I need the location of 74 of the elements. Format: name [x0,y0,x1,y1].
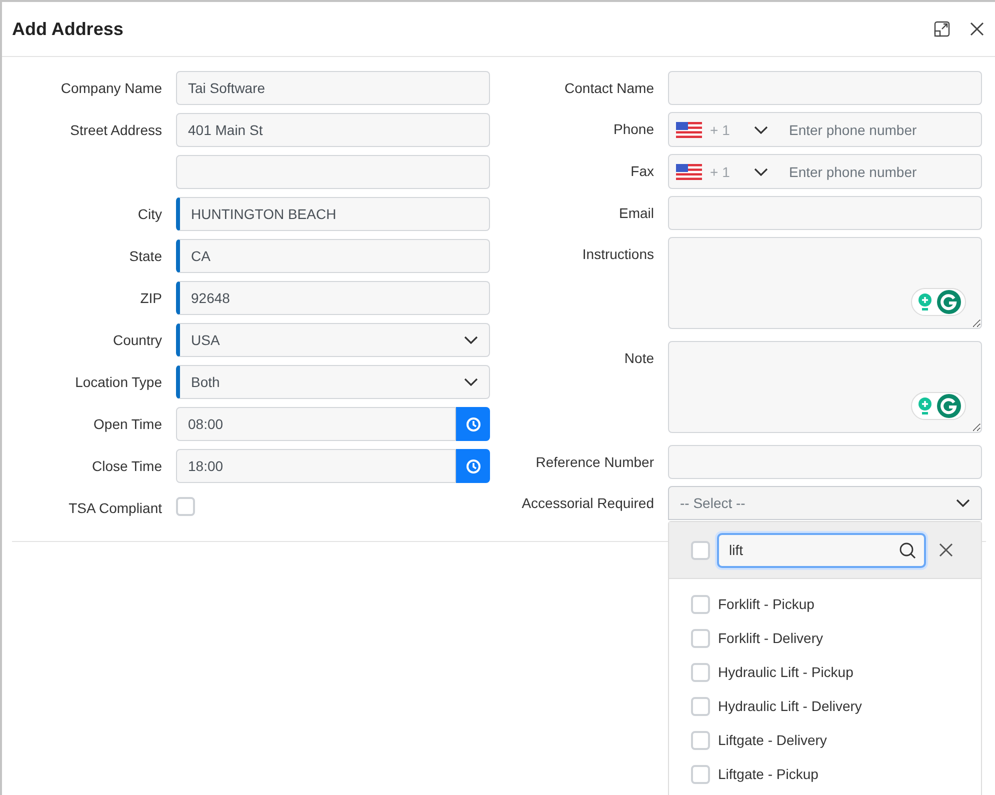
checkbox[interactable] [691,730,710,750]
phone-number-input[interactable]: Enter phone number [787,162,981,180]
chevron-icon [754,126,768,134]
field-label: Open Time [92,415,162,434]
assistant-widget[interactable] [911,392,966,420]
circle-icon [936,290,960,314]
flag-icon [676,122,702,138]
field-label: TSA Compliant [68,499,162,518]
chevron-icon [464,336,478,344]
option-item[interactable]: Liftgate - Pickup [669,757,981,791]
field-label: Instructions [581,245,654,264]
lightbulb-icon [916,293,932,311]
checkbox[interactable] [176,497,195,516]
field-label: Country [112,331,162,350]
field-label: Fax [630,162,654,181]
time-field[interactable]: 08:00 [176,407,456,441]
select-field[interactable]: -- Select -- [668,486,982,520]
assistant-widget[interactable] [911,288,966,316]
checkbox[interactable] [691,594,710,614]
option-item[interactable]: Hydraulic Lift - Pickup [669,655,981,689]
text-field[interactable] [176,155,490,189]
field-label: State [128,247,162,266]
text-field[interactable] [668,71,982,105]
circle-icon [936,394,960,418]
search-field[interactable]: lift [717,532,926,568]
select-field[interactable]: Both [176,365,490,399]
checkbox[interactable] [691,696,710,716]
field-label: Street Address [69,121,162,140]
clock-icon [466,458,480,474]
time-picker-button[interactable] [456,407,490,441]
field-label: Close Time [90,457,162,476]
country-code: + 1 [710,164,731,180]
maximize-icon[interactable] [934,21,950,37]
field-label: Note [623,349,654,368]
phone-number-input[interactable]: Enter phone number [787,120,981,138]
dialog-title: Add Address [12,18,124,40]
option-item[interactable]: Forklift - Delivery [669,621,981,655]
text-field[interactable]: Tai Software [176,71,490,105]
time-picker-button[interactable] [456,449,490,483]
chevron-icon [956,499,970,507]
close-icon[interactable] [970,22,984,36]
text-field[interactable]: 92648 [176,281,490,315]
checkbox[interactable] [691,540,710,560]
clock-icon [466,416,480,432]
field-label: ZIP [139,289,162,308]
text-field[interactable] [668,445,982,479]
option-item[interactable]: Hydraulic Lift - Delivery [669,689,981,723]
select-field[interactable]: USA [176,323,490,357]
field-label: Email [618,204,654,223]
field-label: Accessorial Required [520,494,654,513]
search-icon [899,542,916,558]
option-item[interactable]: Forklift - Pickup [669,587,981,621]
chevron-icon [754,168,768,176]
field-label: Phone [612,120,654,139]
clear-icon[interactable] [939,543,953,557]
text-field[interactable] [668,196,982,230]
field-label: Reference Number [534,453,654,472]
field-label: City [136,205,162,224]
field-label: Contact Name [564,79,654,98]
checkbox[interactable] [691,662,710,682]
text-field[interactable]: CA [176,239,490,273]
option-item[interactable]: Liftgate - Delivery [669,723,981,757]
chevron-icon [464,378,478,386]
flag-icon [676,164,702,180]
text-field[interactable]: HUNTINGTON BEACH [176,197,490,231]
search-input[interactable]: lift [729,542,899,558]
text-field[interactable]: 401 Main St [176,113,490,147]
checkbox[interactable] [691,628,710,648]
country-code: + 1 [710,122,731,138]
lightbulb-icon [916,397,932,415]
checkbox[interactable] [691,764,710,784]
field-label: Company Name [60,79,162,98]
field-label: Location Type [74,373,162,392]
time-field[interactable]: 18:00 [176,449,456,483]
